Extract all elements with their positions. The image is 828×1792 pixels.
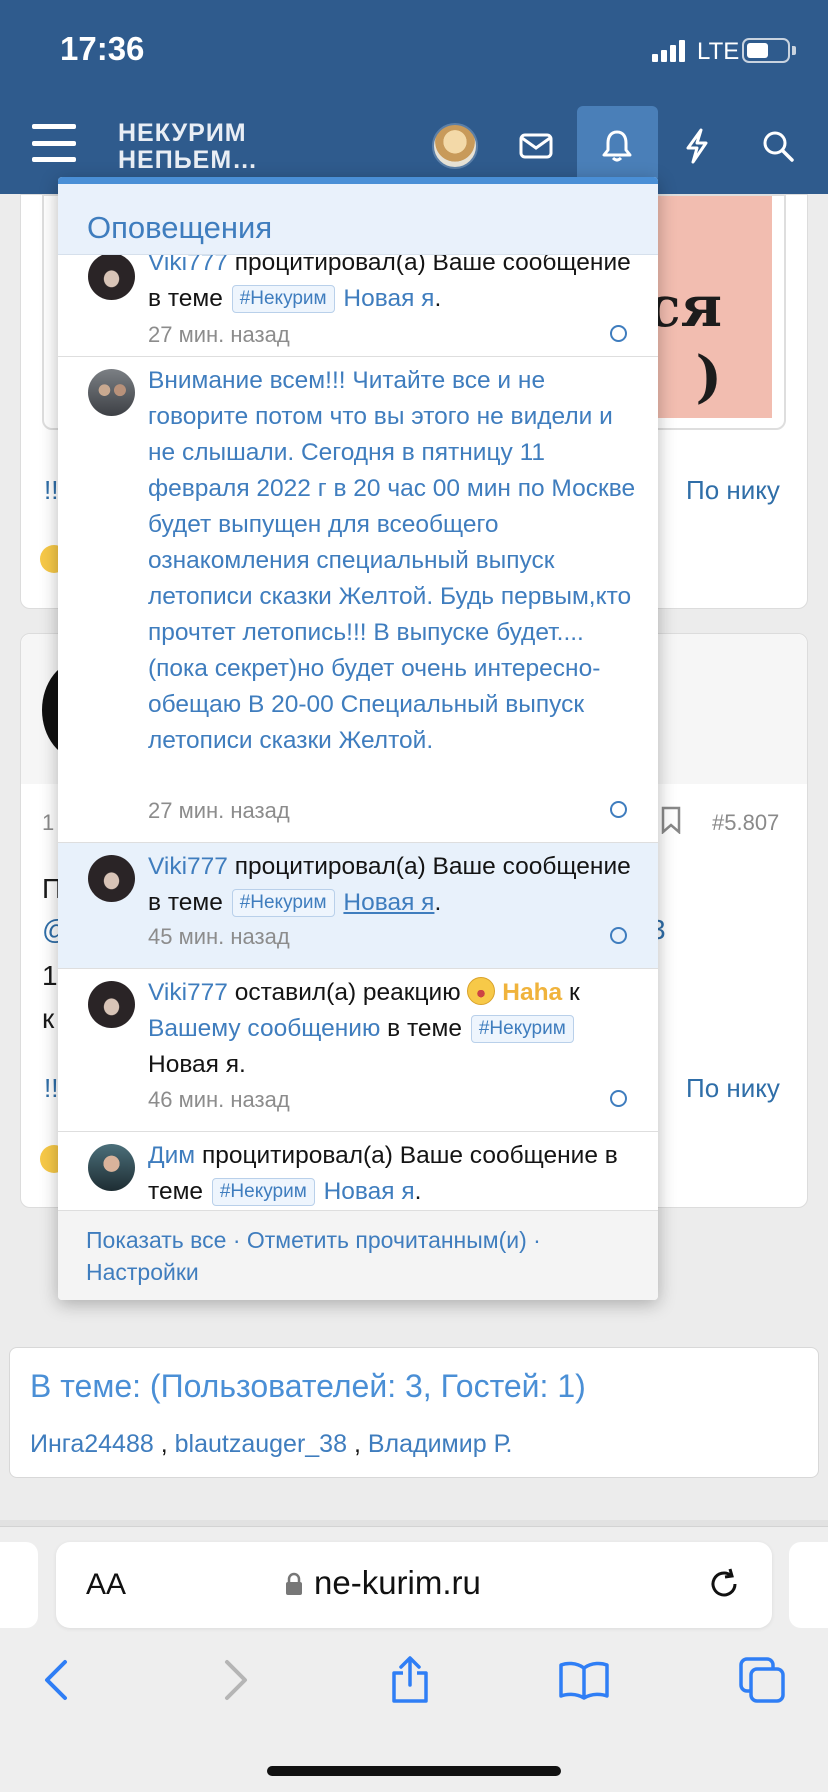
- users-in-topic-list: Инга24488 , blautzauger_38 , Владимир Р.: [30, 1430, 512, 1459]
- bookmark-icon[interactable]: [660, 806, 682, 834]
- notification-user[interactable]: Viki777: [148, 979, 228, 1006]
- reload-icon[interactable]: [706, 1566, 742, 1602]
- battery-icon: [742, 38, 790, 63]
- topic-user-link[interactable]: Владимир Р.: [368, 1430, 513, 1458]
- notification-target[interactable]: Вашему сообщению: [148, 1015, 380, 1042]
- post-link-by-nick-2[interactable]: По нику: [686, 1073, 780, 1104]
- notification-period: .: [434, 889, 442, 916]
- notification-thread[interactable]: Новая я: [343, 889, 434, 916]
- notification-item[interactable]: Viki777 процитировал(а) Ваше сообщение в…: [58, 843, 658, 969]
- notification-text: Viki777 процитировал(а) Ваше сообщение в…: [148, 849, 638, 921]
- notification-thread[interactable]: Новая я: [343, 285, 434, 312]
- notification-in-thread: в теме: [387, 1015, 463, 1042]
- notification-avatar[interactable]: [88, 981, 135, 1028]
- post-link-left-2[interactable]: !!: [44, 1073, 58, 1104]
- notification-time: 46 мин. назад: [148, 1087, 290, 1112]
- users-in-topic-title: В теме: (Пользователей: 3, Гостей: 1): [30, 1368, 586, 1404]
- notification-tag[interactable]: #Некурим: [231, 285, 335, 313]
- notifications-popup: Оповещения Viki777 процитировал(а) Ваше …: [58, 177, 658, 1300]
- address-bar[interactable]: AA ne-kurim.ru: [56, 1542, 772, 1628]
- site-logo[interactable]: НЕКУРИМ НЕПЬЕМ…: [118, 120, 278, 174]
- topic-user-link[interactable]: Инга24488: [30, 1430, 154, 1458]
- lock-icon: [286, 1572, 302, 1595]
- menu-icon[interactable]: [32, 124, 76, 162]
- show-all-link[interactable]: Показать все: [86, 1227, 226, 1253]
- battery-tip: [792, 46, 796, 55]
- notification-time: 45 мин. назад: [148, 924, 290, 949]
- notification-text: Дим процитировал(а) Ваше сообщение в тем…: [148, 1138, 638, 1210]
- post-date: 1: [42, 810, 55, 835]
- post-text-line-3: 1: [42, 960, 58, 991]
- reaction-name: Haha: [502, 979, 563, 1006]
- post-number[interactable]: #5.807: [712, 810, 779, 836]
- lightning-icon[interactable]: [675, 124, 719, 168]
- topic-user-link[interactable]: blautzauger_38: [175, 1430, 347, 1458]
- tabs-icon[interactable]: [732, 1650, 792, 1710]
- notification-connector: к: [568, 979, 580, 1006]
- cellular-signal-icon: [652, 40, 685, 62]
- notification-user[interactable]: Дим: [148, 1142, 195, 1169]
- search-icon[interactable]: [756, 124, 800, 168]
- back-icon[interactable]: [26, 1650, 86, 1710]
- laughing-emoji-icon: [467, 977, 496, 1005]
- status-time: 17:36: [60, 30, 145, 67]
- previous-tab-pill[interactable]: [0, 1542, 38, 1628]
- popup-footer: Показать все · Отметить прочитанным(и) ·…: [58, 1210, 658, 1300]
- user-separator: ,: [347, 1430, 368, 1458]
- notifications-list[interactable]: Viki777 процитировал(а) Ваше сообщение в…: [58, 255, 658, 1210]
- notification-period: .: [414, 1178, 422, 1205]
- notification-action: оставил(а) реакцию: [234, 979, 461, 1006]
- notification-avatar[interactable]: [88, 369, 135, 416]
- notification-user[interactable]: Viki777: [148, 853, 228, 880]
- notification-time: 27 мин. назад: [148, 322, 290, 347]
- text-size-button[interactable]: AA: [86, 1568, 126, 1602]
- notification-item[interactable]: Дим процитировал(а) Ваше сообщение в тем…: [58, 1132, 658, 1210]
- notification-thread[interactable]: Новая я: [324, 1178, 415, 1205]
- forward-icon[interactable]: [206, 1650, 266, 1710]
- notification-user[interactable]: Viki777: [148, 255, 228, 276]
- mark-read-dot[interactable]: [610, 325, 627, 342]
- notification-avatar[interactable]: [88, 1144, 135, 1191]
- alerts-caret: [605, 162, 631, 176]
- notification-item[interactable]: Внимание всем!!! Читайте все и не говори…: [58, 357, 658, 843]
- user-separator: ,: [153, 1430, 175, 1458]
- footer-separator: ·: [232, 1227, 247, 1253]
- users-in-topic: В теме: (Пользователей: 3, Гостей: 1) Ин…: [9, 1347, 819, 1478]
- settings-link[interactable]: Настройки: [86, 1259, 199, 1285]
- mark-read-dot[interactable]: [610, 927, 627, 944]
- mark-read-dot[interactable]: [610, 1090, 627, 1107]
- notification-tag[interactable]: #Некурим: [231, 889, 335, 917]
- home-indicator: [267, 1766, 561, 1776]
- user-avatar[interactable]: [432, 123, 478, 169]
- mail-icon[interactable]: [514, 124, 558, 168]
- notification-message[interactable]: Внимание всем!!! Читайте все и не говори…: [148, 363, 638, 759]
- notification-avatar[interactable]: [88, 855, 135, 902]
- share-icon[interactable]: [380, 1650, 440, 1710]
- notification-period: .: [434, 285, 442, 312]
- notification-avatar[interactable]: [88, 255, 135, 300]
- mark-read-dot[interactable]: [610, 801, 627, 818]
- notification-text: Viki777 процитировал(а) Ваше сообщение в…: [148, 255, 638, 317]
- notification-time: 27 мин. назад: [148, 798, 290, 823]
- notification-tag[interactable]: #Некурим: [470, 1015, 574, 1043]
- post-link-left[interactable]: !!: [44, 475, 58, 506]
- url-text[interactable]: ne-kurim.ru: [314, 1564, 481, 1602]
- footer-separator: ·: [533, 1227, 541, 1253]
- post-text-line-4: к: [42, 1003, 55, 1034]
- notification-thread: Новая я.: [148, 1051, 246, 1078]
- notification-item[interactable]: Viki777 процитировал(а) Ваше сообщение в…: [58, 255, 658, 357]
- post-link-by-nick[interactable]: По нику: [686, 475, 780, 506]
- notification-tag[interactable]: #Некурим: [211, 1178, 315, 1206]
- notification-text: Viki777 оставил(а) реакцию Haha к Вашему…: [148, 975, 638, 1083]
- popup-accent: [58, 177, 658, 184]
- popup-title: Оповещения: [58, 184, 658, 255]
- next-tab-pill[interactable]: [789, 1542, 828, 1628]
- mark-read-link[interactable]: Отметить прочитанным(и): [247, 1227, 527, 1253]
- bookmarks-icon[interactable]: [554, 1650, 614, 1710]
- network-type: LTE: [697, 38, 740, 65]
- notification-item[interactable]: Viki777 оставил(а) реакцию Haha к Вашему…: [58, 969, 658, 1132]
- site-header: 17:36 LTE НЕКУРИМ НЕПЬЕМ…: [0, 0, 828, 194]
